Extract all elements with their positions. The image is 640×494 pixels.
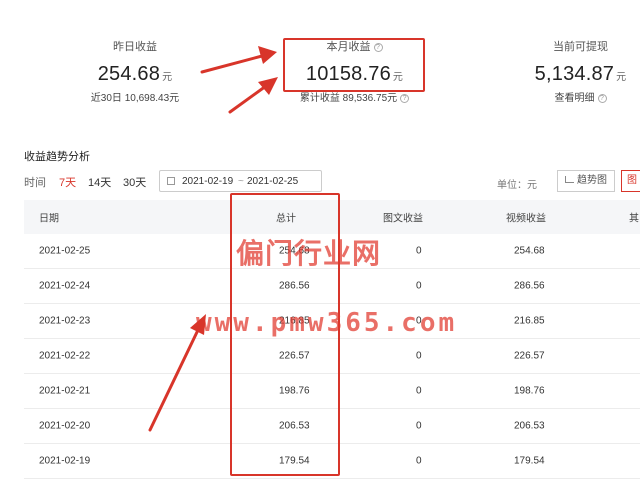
arrow-to-total-head [190, 314, 206, 335]
arrow-to-total [148, 328, 200, 432]
arrow-up-right-head [258, 46, 277, 64]
annotation-arrows [148, 46, 278, 432]
arrow-up-right [200, 54, 264, 74]
arrow-to-month-head [258, 77, 278, 95]
arrow-to-month [228, 84, 268, 114]
